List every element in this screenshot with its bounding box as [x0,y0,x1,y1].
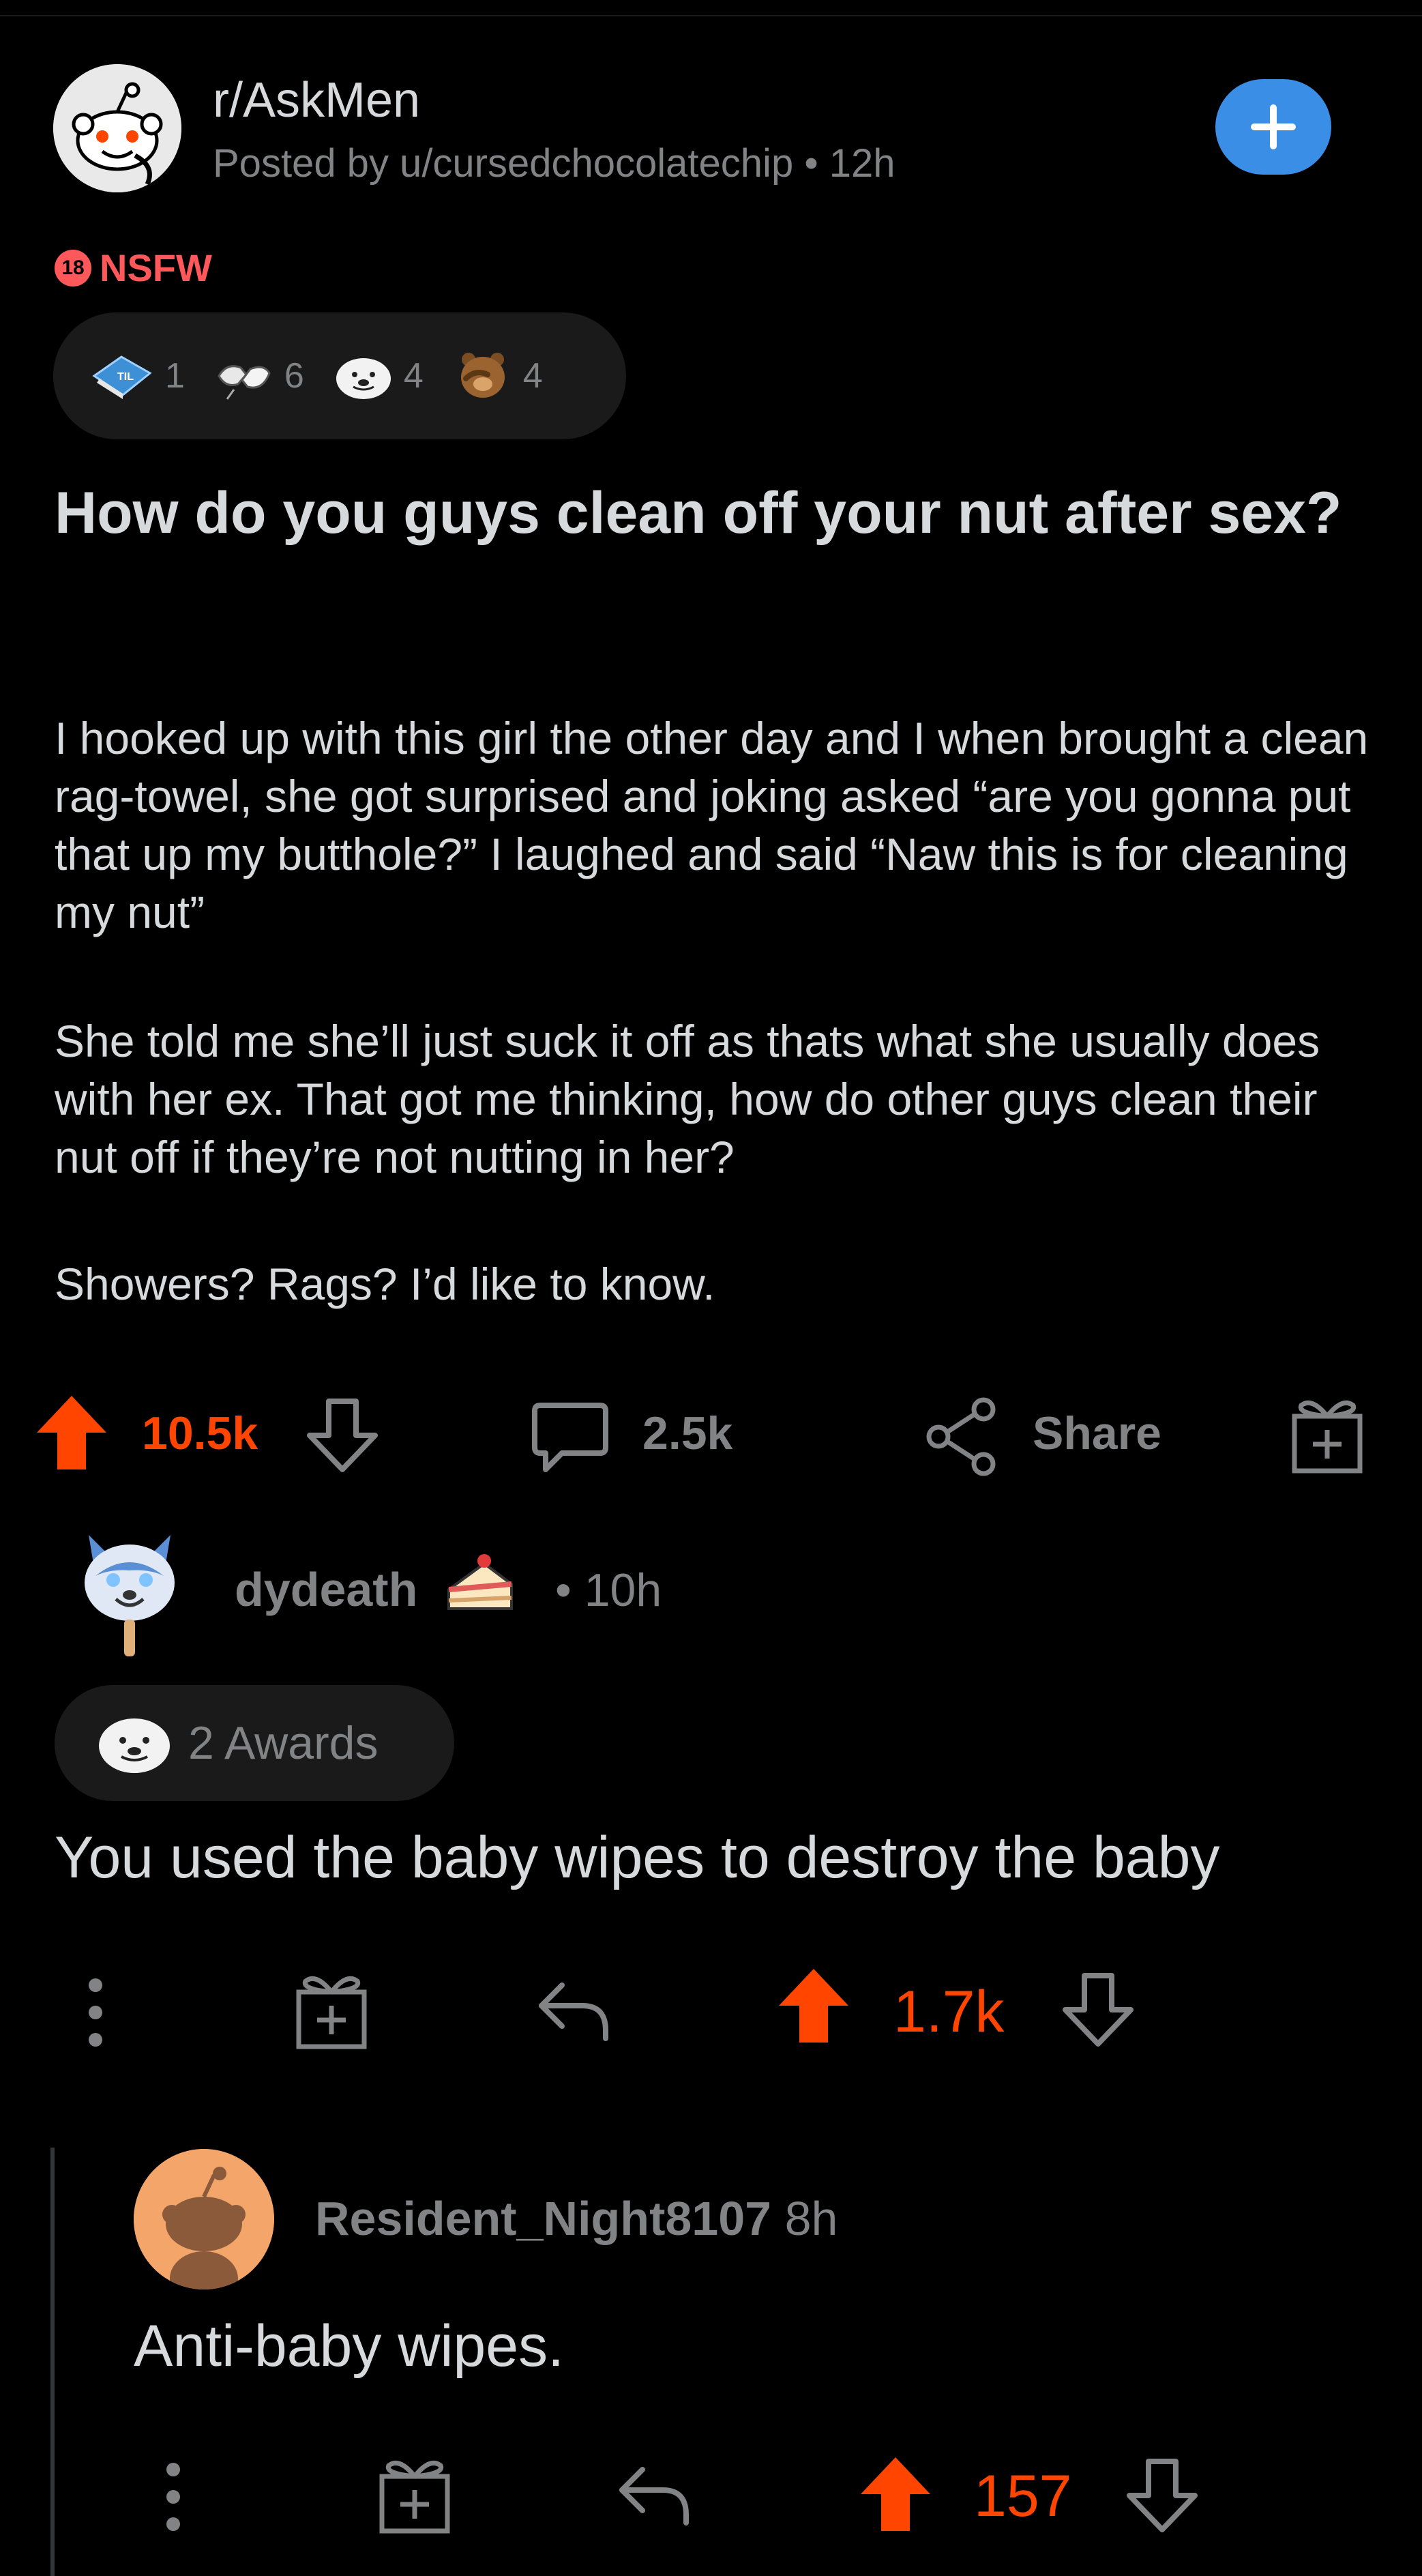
comment-text: Anti-baby wipes. [134,2313,564,2379]
comment-count[interactable]: 2.5k [642,1407,732,1460]
post-meta: Posted by u/cursedchocolatechip • 12h [213,141,895,186]
bear-facepalm-award-icon [460,353,505,398]
share-icon[interactable] [925,1396,997,1478]
award-count: 4 [403,356,424,396]
comment-time: • 10h [555,1564,662,1616]
award-count: 6 [284,356,304,396]
svg-text:TIL: TIL [117,371,134,383]
plus-icon [1251,104,1296,149]
award-count: 4 [522,356,543,396]
commenter-avatar[interactable] [134,2149,274,2289]
upvote-arrow-icon[interactable] [857,2453,934,2535]
cake-day-icon [447,1554,513,1610]
fist-bump-award-icon [218,365,271,400]
more-options-icon[interactable] [160,2456,187,2538]
comment-score: 157 [974,2463,1072,2529]
snoo-silhouette-icon [134,2149,274,2289]
post-awards[interactable]: TIL 1 6 4 4 [53,312,626,439]
meta-separator: • [804,141,829,186]
downvote-arrow-icon[interactable] [304,1396,381,1475]
downvote-arrow-icon[interactable] [1124,2456,1200,2535]
nsfw-tag: 18 NSFW [55,246,212,290]
upvote-arrow-icon[interactable] [775,1965,853,2047]
award-gift-icon[interactable] [293,1972,370,2051]
award-fist-bump: 6 [213,349,304,403]
post-score: 10.5k [142,1407,258,1459]
comment-time: 8h [784,2192,838,2245]
award-gift-icon[interactable] [1289,1396,1365,1475]
post-action-bar: 10.5k 2.5k Share [0,1371,1422,1494]
reply-icon[interactable] [535,1976,611,2044]
commenter-avatar[interactable] [75,1528,184,1658]
nsfw-18-badge: 18 [55,249,91,287]
post-body-paragraph: I hooked up with this girl the other day… [55,713,1369,937]
comment-icon[interactable] [529,1399,611,1478]
awards-count-label: 2 Awards [188,1717,379,1769]
subreddit-avatar[interactable] [53,64,181,192]
award-count: 1 [165,356,185,396]
comment-username[interactable]: dydeath [235,1562,417,1617]
share-label[interactable]: Share [1033,1407,1161,1460]
award-til: TIL 1 [87,349,185,403]
seal-face-award-icon [336,358,391,399]
snoo-icon [53,64,181,192]
subreddit-name[interactable]: r/AskMen [213,72,420,128]
award-seal: 4 [333,349,424,403]
post-age: 12h [829,141,895,186]
join-button[interactable] [1215,79,1331,175]
upvote-arrow-icon[interactable] [33,1392,110,1474]
comment-awards[interactable]: 2 Awards [55,1685,454,1801]
posted-by-text[interactable]: Posted by u/cursedchocolatechip [213,141,793,186]
husky-avatar-icon [85,1535,175,1656]
comment-score: 1.7k [893,1979,1005,2045]
seal-face-award-icon [99,1718,170,1773]
more-options-icon[interactable] [82,1972,109,2053]
thread-line[interactable] [50,2148,55,2576]
comment-meta: Resident_Night8107 8h [315,2191,838,2246]
comment-username[interactable]: Resident_Night8107 [315,2192,771,2245]
post-body-paragraph: Showers? Rags? I’d like to know. [55,1259,715,1309]
nsfw-label: NSFW [100,246,212,289]
comment-text: You used the baby wipes to destroy the b… [55,1825,1220,1890]
post-title[interactable]: How do you guys clean off your nut after… [55,478,1350,550]
reply-icon[interactable] [615,2460,692,2528]
top-divider [0,15,1422,16]
award-gift-icon[interactable] [376,2456,453,2535]
award-bear: 4 [452,349,543,403]
downvote-arrow-icon[interactable] [1060,1970,1136,2049]
post-body-paragraph: She told me she’ll just suck it off as t… [55,1016,1320,1182]
til-book-award-icon: TIL [92,355,152,399]
